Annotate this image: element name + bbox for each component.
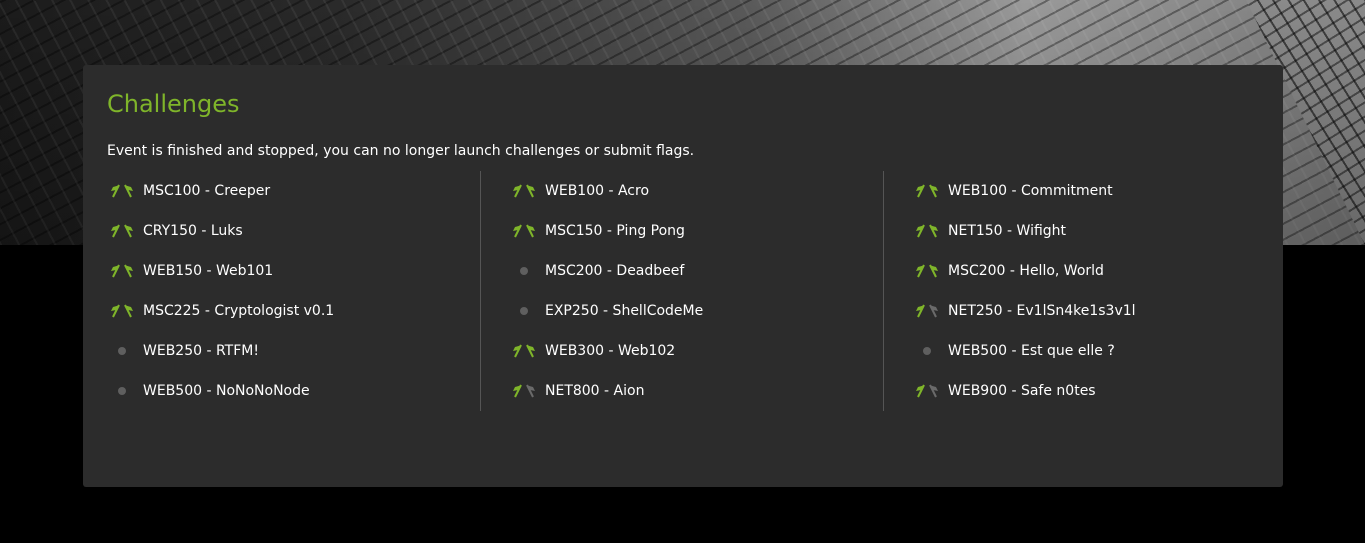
double-flag-icon bbox=[109, 223, 135, 239]
challenge-label: WEB250 - RTFM! bbox=[143, 343, 259, 359]
challenge-label: MSC225 - Cryptologist v0.1 bbox=[143, 303, 335, 319]
challenge-item[interactable]: WEB150 - Web101 bbox=[109, 251, 273, 291]
dot-icon bbox=[511, 303, 537, 319]
half-flag-icon bbox=[914, 383, 940, 399]
double-flag-icon bbox=[109, 183, 135, 199]
challenge-label: WEB150 - Web101 bbox=[143, 263, 274, 279]
dot-icon bbox=[511, 263, 537, 279]
challenge-label: NET150 - Wifight bbox=[948, 223, 1067, 239]
challenge-column-1: MSC100 - Creeper CRY150 - Luks WEB150 - We… bbox=[83, 171, 483, 411]
half-flag-icon bbox=[914, 303, 940, 319]
challenge-label: MSC150 - Ping Pong bbox=[545, 223, 685, 239]
challenge-column-2: WEB100 - Acro MSC150 - Ping Pong MSC200 - … bbox=[480, 171, 881, 411]
challenge-label: WEB100 - Commitment bbox=[948, 183, 1113, 199]
challenge-item[interactable]: MSC100 - Creeper bbox=[109, 171, 270, 211]
double-flag-icon bbox=[109, 263, 135, 279]
double-flag-icon bbox=[914, 263, 940, 279]
dot-icon bbox=[109, 383, 135, 399]
challenge-label: NET800 - Aion bbox=[545, 383, 645, 399]
challenge-item[interactable]: WEB500 - NoNoNoNode bbox=[109, 371, 310, 411]
challenge-label: WEB900 - Safe n0tes bbox=[948, 383, 1096, 399]
challenge-label: MSC100 - Creeper bbox=[143, 183, 271, 199]
challenge-label: NET250 - Ev1lSn4ke1s3v1l bbox=[948, 303, 1136, 319]
half-flag-icon bbox=[511, 383, 537, 399]
challenge-label: WEB300 - Web102 bbox=[545, 343, 676, 359]
challenge-item[interactable]: MSC150 - Ping Pong bbox=[511, 211, 685, 251]
challenge-item[interactable]: WEB500 - Est que elle ? bbox=[914, 331, 1115, 371]
challenge-label: CRY150 - Luks bbox=[143, 223, 243, 239]
challenge-item[interactable]: WEB300 - Web102 bbox=[511, 331, 675, 371]
double-flag-icon bbox=[109, 303, 135, 319]
challenges-panel: Challenges Event is finished and stopped… bbox=[83, 65, 1283, 487]
event-finished-notice: Event is finished and stopped, you can n… bbox=[107, 143, 695, 159]
challenge-item[interactable]: NET250 - Ev1lSn4ke1s3v1l bbox=[914, 291, 1136, 331]
challenge-label: EXP250 - ShellCodeMe bbox=[545, 303, 704, 319]
double-flag-icon bbox=[511, 343, 537, 359]
double-flag-icon bbox=[511, 223, 537, 239]
double-flag-icon bbox=[914, 183, 940, 199]
challenge-column-3: WEB100 - Commitment NET150 - Wifight MSC20… bbox=[883, 171, 1284, 411]
dot-icon bbox=[914, 343, 940, 359]
challenge-item[interactable]: WEB100 - Acro bbox=[511, 171, 649, 211]
challenge-item[interactable]: CRY150 - Luks bbox=[109, 211, 243, 251]
challenge-item[interactable]: MSC200 - Hello, World bbox=[914, 251, 1104, 291]
challenge-item[interactable]: NET800 - Aion bbox=[511, 371, 644, 411]
challenge-columns: MSC100 - Creeper CRY150 - Luks WEB150 - We… bbox=[83, 171, 1283, 411]
challenge-label: WEB500 - NoNoNoNode bbox=[143, 383, 310, 399]
challenge-item[interactable]: WEB250 - RTFM! bbox=[109, 331, 259, 371]
challenge-item[interactable]: WEB900 - Safe n0tes bbox=[914, 371, 1096, 411]
challenge-label: MSC200 - Deadbeef bbox=[545, 263, 685, 279]
dot-icon bbox=[109, 343, 135, 359]
challenge-item[interactable]: MSC200 - Deadbeef bbox=[511, 251, 684, 291]
challenge-label: MSC200 - Hello, World bbox=[948, 263, 1104, 279]
challenge-item[interactable]: WEB100 - Commitment bbox=[914, 171, 1113, 211]
page-title: Challenges bbox=[107, 90, 240, 118]
double-flag-icon bbox=[914, 223, 940, 239]
challenge-item[interactable]: MSC225 - Cryptologist v0.1 bbox=[109, 291, 334, 331]
challenge-label: WEB500 - Est que elle ? bbox=[948, 343, 1115, 359]
double-flag-icon bbox=[511, 183, 537, 199]
challenge-item[interactable]: EXP250 - ShellCodeMe bbox=[511, 291, 703, 331]
challenge-item[interactable]: NET150 - Wifight bbox=[914, 211, 1066, 251]
challenge-label: WEB100 - Acro bbox=[545, 183, 650, 199]
